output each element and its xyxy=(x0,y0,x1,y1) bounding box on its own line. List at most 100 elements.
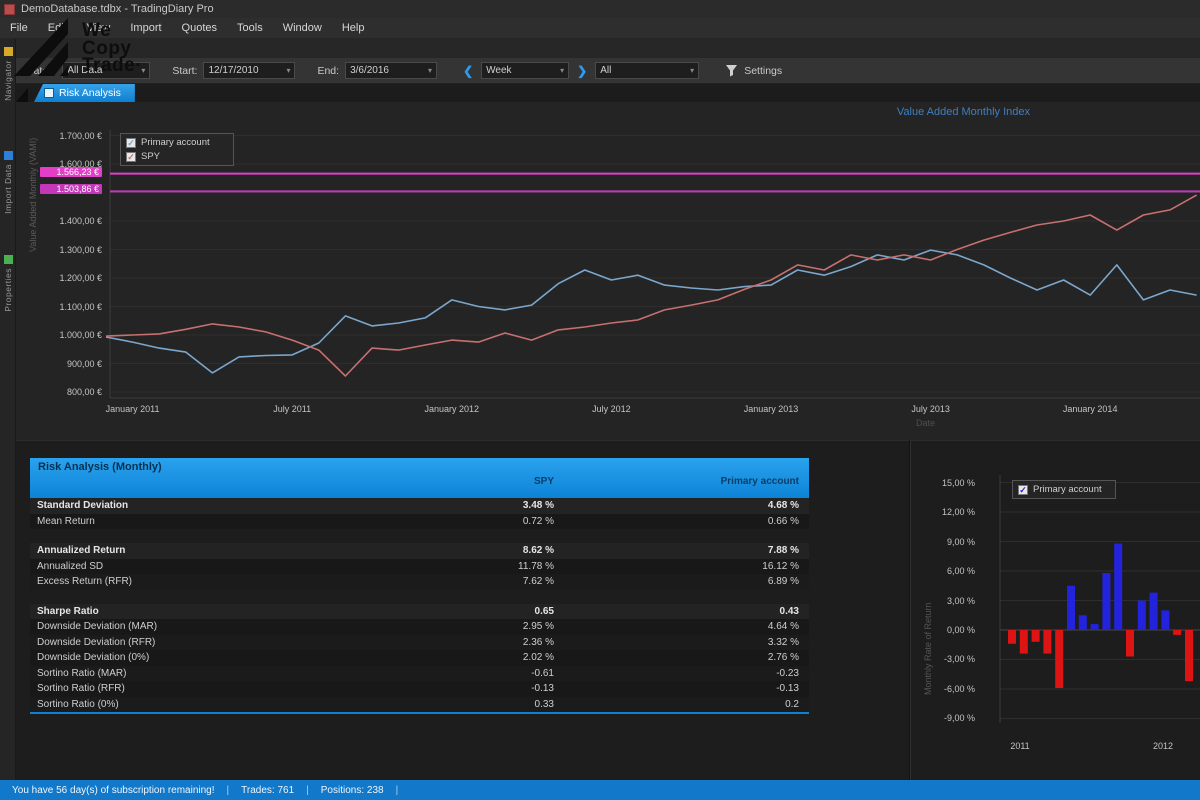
bar-y-tick: -6,00 % xyxy=(917,684,975,694)
vami-y-tick: 1.700,00 € xyxy=(20,131,102,141)
settings-button[interactable]: Settings xyxy=(744,65,782,77)
vami-x-tick: January 2014 xyxy=(1035,404,1145,414)
side-tab-import-data[interactable]: Import Data xyxy=(0,151,16,214)
spy-value: 0.72 % xyxy=(354,516,564,527)
legend-label: SPY xyxy=(141,151,160,162)
table-row[interactable]: Annualized SD11.78 %16.12 % xyxy=(30,559,809,575)
chevron-down-icon: ▾ xyxy=(690,66,694,75)
checkbox-primary-account[interactable]: ✓ xyxy=(1018,485,1028,495)
column-header-primary[interactable]: Primary account xyxy=(564,476,809,487)
monthly-return-bar xyxy=(1173,630,1181,635)
legend-label: Primary account xyxy=(141,137,210,148)
checkbox-spy[interactable]: ✓ xyxy=(126,152,136,162)
monthly-return-bar xyxy=(1185,630,1193,681)
vami-y-tick: 1.100,00 € xyxy=(20,302,102,312)
monthly-return-bar xyxy=(1161,610,1169,630)
vami-y-tick: 1.200,00 € xyxy=(20,273,102,283)
dates-range-select[interactable]: All Data ▾ xyxy=(62,62,150,79)
monthly-return-bar xyxy=(1020,630,1028,654)
monthly-return-bar xyxy=(1008,630,1016,644)
side-tab-properties[interactable]: Properties xyxy=(0,255,16,312)
side-tab-navigator[interactable]: Navigator xyxy=(0,47,16,101)
metric-label: Sortino Ratio (RFR) xyxy=(30,683,354,694)
vami-x-axis-title: Date xyxy=(916,418,935,428)
spy-value: 8.62 % xyxy=(354,545,564,556)
legend-item-primary[interactable]: ✓ Primary account xyxy=(126,137,228,148)
tab-risk-analysis[interactable]: Risk Analysis xyxy=(34,84,135,102)
monthly-return-bar xyxy=(1043,630,1051,654)
vami-x-tick: July 2013 xyxy=(876,404,986,414)
table-row[interactable]: Annualized Return8.62 %7.88 % xyxy=(30,543,809,559)
table-row[interactable]: Mean Return0.72 %0.66 % xyxy=(30,514,809,530)
window-title: DemoDatabase.tdbx - TradingDiary Pro xyxy=(21,3,214,15)
menu-item-file[interactable]: File xyxy=(0,18,38,39)
menu-item-view[interactable]: View xyxy=(77,18,121,39)
monthly-return-bar xyxy=(1126,630,1134,657)
bar-x-tick: 2011 xyxy=(995,741,1045,751)
legend-item-spy[interactable]: ✓ SPY xyxy=(126,151,228,162)
table-row[interactable]: Standard Deviation3.48 %4.68 % xyxy=(30,498,809,514)
table-row[interactable]: Downside Deviation (RFR)2.36 %3.32 % xyxy=(30,635,809,651)
legend-item-primary[interactable]: ✓ Primary account xyxy=(1018,484,1110,495)
table-row[interactable]: Downside Deviation (0%)2.02 %2.76 % xyxy=(30,650,809,666)
bar-y-tick: 9,00 % xyxy=(917,537,975,547)
menu-item-quotes[interactable]: Quotes xyxy=(172,18,227,39)
table-row[interactable]: Sortino Ratio (0%)0.330.2 xyxy=(30,697,809,713)
metric-label: Annualized Return xyxy=(30,545,354,556)
bar-plot xyxy=(915,455,1200,780)
metric-label: Sharpe Ratio xyxy=(30,606,354,617)
menu-item-window[interactable]: Window xyxy=(273,18,332,39)
vami-x-tick: July 2012 xyxy=(556,404,666,414)
ribbon-gap xyxy=(0,39,1200,58)
column-header-spy[interactable]: SPY xyxy=(354,476,564,487)
tab-label: Risk Analysis xyxy=(59,87,121,99)
menu-item-edit[interactable]: Edit xyxy=(38,18,77,39)
end-date-input[interactable]: 3/6/2016 ▾ xyxy=(345,62,437,79)
prev-period-button[interactable]: ❮ xyxy=(455,64,481,78)
primary-account-value: -0.23 xyxy=(564,668,809,679)
toolbar: Dates: All Data ▾ Start: 12/17/2010 ▾ En… xyxy=(16,58,1200,84)
table-row[interactable]: Sharpe Ratio0.650.43 xyxy=(30,604,809,620)
metric-label: Downside Deviation (MAR) xyxy=(30,621,354,632)
period-step-value: Week xyxy=(486,65,511,76)
table-row[interactable]: Sortino Ratio (RFR)-0.13-0.13 xyxy=(30,681,809,697)
dates-label: Dates: xyxy=(26,65,56,77)
vami-chart-panel: Value Added Monthly Index Value Added Mo… xyxy=(16,102,1200,440)
vami-legend: ✓ Primary account ✓ SPY xyxy=(120,133,234,166)
bar-y-tick: 12,00 % xyxy=(917,507,975,517)
bar-y-axis-title: Monthly Rate of Return xyxy=(923,602,933,695)
primary-account-value: 6.89 % xyxy=(564,576,809,587)
panel-splitter[interactable] xyxy=(909,440,911,780)
end-date-value: 3/6/2016 xyxy=(350,65,389,76)
table-row[interactable]: Downside Deviation (MAR)2.95 %4.64 % xyxy=(30,619,809,635)
account-filter-value: All xyxy=(600,65,611,76)
table-row[interactable]: Sortino Ratio (MAR)-0.61-0.23 xyxy=(30,666,809,682)
spy-value: 2.36 % xyxy=(354,637,564,648)
vami-x-tick: January 2013 xyxy=(716,404,826,414)
account-filter-select[interactable]: All ▾ xyxy=(595,62,699,79)
menu-item-import[interactable]: Import xyxy=(120,18,171,39)
next-period-button[interactable]: ❯ xyxy=(569,64,595,78)
start-date-input[interactable]: 12/17/2010 ▾ xyxy=(203,62,295,79)
menu-item-help[interactable]: Help xyxy=(332,18,375,39)
spy-value: 11.78 % xyxy=(354,561,564,572)
metric-label: Standard Deviation xyxy=(30,500,354,511)
bar-y-tick: 6,00 % xyxy=(917,566,975,576)
monthly-return-bar xyxy=(1091,624,1099,630)
vami-ref-value-label: 1.566,23 € xyxy=(40,167,102,177)
monthly-return-bar xyxy=(1114,543,1122,630)
filter-funnel-icon[interactable] xyxy=(725,64,738,77)
period-step-select[interactable]: Week ▾ xyxy=(481,62,569,79)
primary-account-value: 0.66 % xyxy=(564,516,809,527)
tab-strip: Risk Analysis xyxy=(16,84,1200,102)
metric-label: Downside Deviation (0%) xyxy=(30,652,354,663)
checkbox-primary-account[interactable]: ✓ xyxy=(126,138,136,148)
table-row[interactable]: Excess Return (RFR)7.62 %6.89 % xyxy=(30,574,809,590)
spy-value: 0.65 xyxy=(354,606,564,617)
series-spy xyxy=(106,195,1197,376)
menu-item-tools[interactable]: Tools xyxy=(227,18,273,39)
vami-y-tick: 1.300,00 € xyxy=(20,245,102,255)
monthly-return-bar xyxy=(1067,586,1075,630)
bar-y-tick: -3,00 % xyxy=(917,654,975,664)
metric-label: Mean Return xyxy=(30,516,354,527)
